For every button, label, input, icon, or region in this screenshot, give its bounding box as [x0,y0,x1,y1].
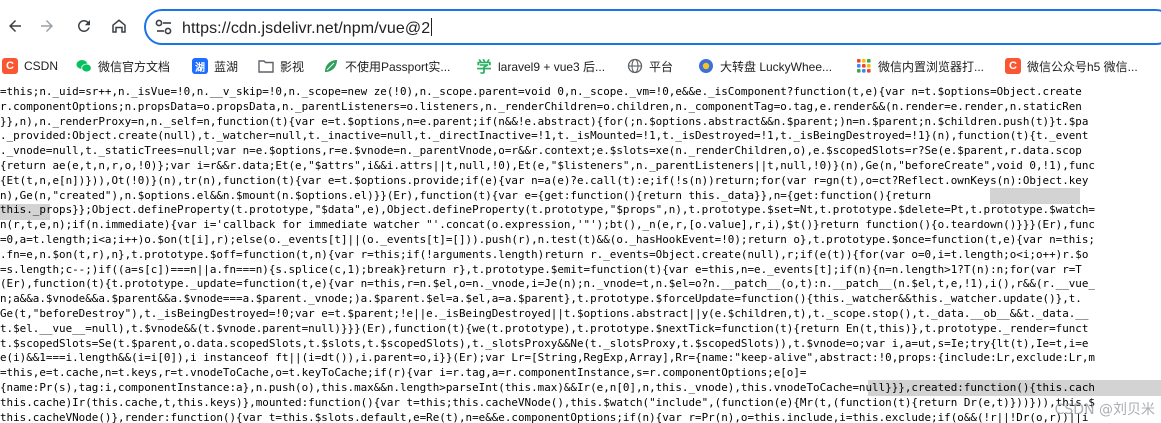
code-line: t.$el.__vue__=null),t.$vnode&&(t.$vnode.… [0,321,1089,335]
code-line: this._props}};Object.defineProperty(t.pr… [0,203,1095,217]
address-bar[interactable]: https://cdn.jsdelivr.net/npm/vue@2 [144,9,1161,45]
url-value: https://cdn.jsdelivr.net/npm/vue@2 [182,20,431,37]
bookmark-label: 大转盘 LuckyWhee... [720,59,833,74]
code-line: =this,e=t.cache,n=t.keys,r=t.vnodeToCach… [0,366,807,380]
reload-icon[interactable] [69,11,99,41]
bookmark-item[interactable]: 影视 [258,55,304,77]
site-info-tune-icon[interactable] [154,18,174,36]
xue-icon: 学 [476,58,492,76]
bookmark-label: 影视 [280,59,305,74]
code-line: {Et(t,n,e[n])})),Ot(!0)}(n),tr(n),functi… [0,173,1089,187]
bookmark-item[interactable]: 不使用Passport实... [323,55,450,77]
bookmark-label: 平台 [649,59,674,74]
bookmark-label: laravel9 + vue3 后... [498,59,606,74]
bookmark-label: 微信内置浏览器打... [878,59,985,74]
bookmark-item[interactable]: 学 laravel9 + vue3 后... [476,55,605,77]
code-line: =s.length;c--;)if((a=s[c])===n||a.fn===n… [0,262,1082,276]
bookmark-label: 微信公众号h5 微信... [1027,59,1138,74]
bookmark-item[interactable]: 大转盘 LuckyWhee... [698,55,832,77]
code-line: this.cacheVNode()},render:function(){var… [0,410,1089,423]
lucky-icon [698,58,714,74]
bookmark-item[interactable]: 平台 [627,55,673,77]
bookmark-item[interactable]: 微信内置浏览器打... [856,55,984,77]
bookmark-item[interactable]: 微信官方文档 [76,55,170,77]
url-text[interactable]: https://cdn.jsdelivr.net/npm/vue@2 [182,18,433,38]
code-line: =0,a=t.length;i<a;i++)o.$on(t[i],r);else… [0,233,1095,246]
bookmark-item[interactable]: C CSDN [2,55,58,77]
code-line: r.componentOptions;n.propsData=o.propsDa… [0,99,1082,113]
lanhu-icon: 湖 [192,58,208,74]
code-line: ._provided:Object.create(null),t._watche… [0,129,1089,143]
back-arrow-icon[interactable] [0,11,30,41]
bookmark-item[interactable]: C 微信公众号h5 微信... [1005,55,1138,77]
csdn-icon: C [1005,58,1021,74]
globe-icon [627,58,643,74]
code-line: {return ae(e,t,n,r,o,!0)};var i=r&&r.dat… [0,159,1095,172]
code-line: (Er),function(t){t.prototype._update=fun… [0,277,1095,291]
grid-icon [856,58,872,74]
code-line: ._vnode=null,t._staticTrees=null;var n=e… [0,144,1082,158]
code-line: .fn=e,n.$on(t,r),n},t.prototype.$off=fun… [0,247,1089,261]
code-line: n;a&&a.$vnode&&a.$parent&&a.$vnode===a.$… [0,292,1082,306]
text-caret [431,18,433,36]
bookmark-item[interactable]: 湖蓝湖 [192,55,238,77]
code-line: e(i)&&1===i.length&&(i=i[0]),i instanceo… [0,351,1095,365]
folder-icon [258,58,274,74]
leaf-icon [323,58,339,74]
code-line: n(r,t,e,n);if(n.immediate){var i='callba… [0,218,1095,232]
code-line: }},n),n._renderProxy=n,n._self=n,functio… [0,114,1089,128]
csdn-watermark: CSDN @刘贝米 [1054,402,1155,418]
code-line: {name:Pr(s),tag:i,componentInstance:a},n… [0,381,1095,394]
bookmark-label: CSDN [24,59,59,73]
code-line: n),Ge(n,"created"),n.$options.el&&n.$mou… [0,188,932,202]
code-line: this.cache)Ir(this.cache,t,this.keys)},m… [0,395,1095,409]
bookmark-label: 不使用Passport实... [345,59,451,74]
bookmarks-bar: C CSDN 微信官方文档 湖蓝湖 影视 不使用Passport实... 学 laravel9… [0,52,1161,80]
browser-toolbar: https://cdn.jsdelivr.net/npm/vue@2 [0,0,1161,52]
code-line: t.$scopedSlots=Se(t.$parent,o.data.scope… [0,336,1089,350]
forward-arrow-icon[interactable] [32,11,62,41]
code-line: Ge(t,"beforeDestroy"),t._isBeingDestroye… [0,307,1089,320]
bookmark-label: 蓝湖 [214,59,239,74]
csdn-icon: C [2,58,18,74]
code-line: =this;n._uid=sr++,n._isVue=!0,n.__v_skip… [0,85,1082,98]
source-code-view: =this;n._uid=sr++,n._isVue=!0,n.__v_skip… [0,82,1161,423]
home-icon[interactable] [104,11,134,41]
wechat-icon [76,58,92,74]
bookmark-label: 微信官方文档 [98,59,171,74]
